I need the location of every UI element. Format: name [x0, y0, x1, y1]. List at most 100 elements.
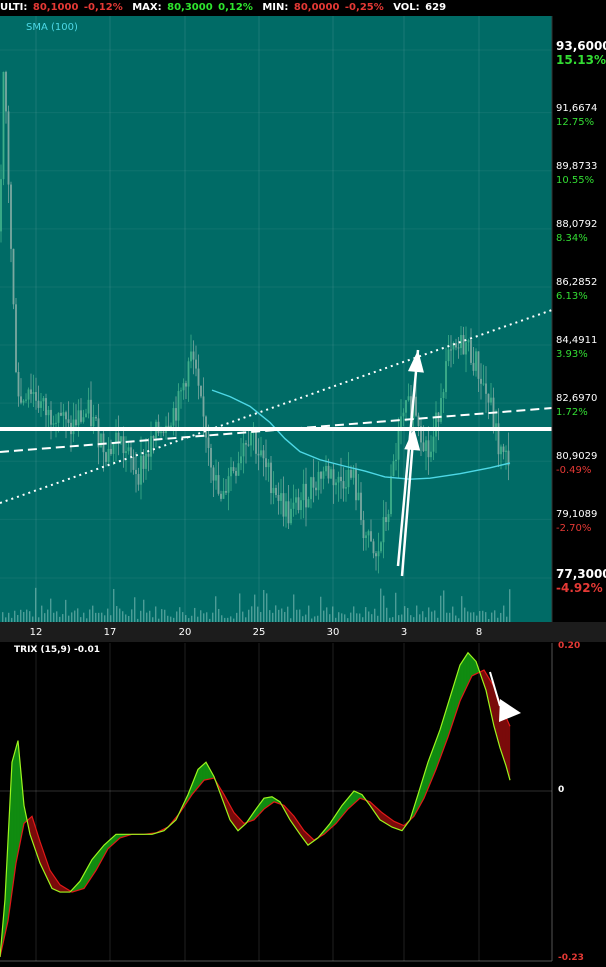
volume-bar: [110, 615, 111, 622]
volume-bar: [248, 610, 249, 622]
candle-down: [480, 379, 482, 384]
volume-bar: [302, 616, 303, 622]
volume-bar: [122, 611, 123, 622]
volume-bar: [119, 609, 120, 622]
trix-fill-segment: [198, 768, 200, 787]
candle-up: [53, 423, 55, 424]
volume-bar: [95, 613, 96, 622]
volume-bar: [317, 616, 318, 622]
candle-up: [250, 433, 252, 446]
candle-up: [183, 383, 185, 390]
volume-bar: [26, 610, 27, 622]
volume-bar: [422, 611, 423, 622]
candle-down: [275, 488, 277, 495]
candle-up: [115, 433, 117, 443]
volume-bar: [227, 618, 228, 622]
volume-bar: [152, 617, 153, 622]
volume-bar: [170, 617, 171, 622]
candle-up: [23, 401, 25, 403]
candle-down: [163, 431, 165, 433]
trix-indicator-label: TRIX (15,9) -0.01: [14, 645, 100, 655]
volume-bar: [395, 593, 396, 622]
volume-bar: [218, 609, 219, 622]
candle-up: [338, 477, 340, 483]
candle-down: [488, 394, 490, 403]
price-axis-value: 82,6970: [556, 393, 597, 405]
price-axis-pct: 6.13%: [556, 291, 588, 303]
min-pct: -0,25%: [345, 2, 384, 13]
volume-bar: [380, 589, 381, 622]
candle-up: [295, 497, 297, 502]
candle-up: [440, 398, 442, 422]
volume-bar: [407, 608, 408, 622]
volume-bar: [146, 613, 147, 622]
candle-up: [430, 452, 432, 457]
volume-bar: [392, 617, 393, 622]
volume-bar: [155, 606, 156, 622]
candle-down: [333, 469, 335, 485]
price-axis-value: 86,2852: [556, 277, 597, 289]
candle-up: [465, 342, 467, 354]
trix-fill-segment: [206, 763, 208, 780]
trix-fill-segment: [506, 716, 508, 769]
candle-up: [435, 413, 437, 437]
candle-down: [220, 494, 222, 499]
trix-axis-value: 0: [558, 785, 564, 795]
volume-bar: [290, 618, 291, 622]
volume-bar: [296, 610, 297, 622]
trix-axis-value: -0.23: [558, 953, 584, 963]
time-axis-label: 3: [401, 627, 407, 638]
volume-bar: [209, 619, 210, 622]
volume-bar: [338, 612, 339, 622]
candle-up: [390, 476, 392, 514]
trix-fill-segment: [200, 767, 202, 786]
volume-bar: [32, 617, 33, 622]
candle-up: [483, 383, 485, 384]
candle-down: [370, 531, 372, 541]
volume-bar: [470, 613, 471, 622]
candle-up: [425, 440, 427, 451]
volume-bar: [239, 593, 240, 622]
candle-up: [150, 436, 152, 457]
candle-up: [448, 349, 450, 361]
trix-fill-segment: [462, 660, 464, 697]
candle-up: [368, 531, 370, 535]
min-value: 80,0000: [294, 2, 340, 13]
trix-fill-segment: [17, 741, 19, 861]
volume-bar: [200, 610, 201, 622]
candle-up: [180, 390, 182, 391]
time-axis-label: 30: [327, 627, 340, 638]
candle-up: [93, 417, 95, 426]
candle-down: [298, 497, 300, 510]
trix-fill-segment: [14, 751, 16, 881]
candle-up: [293, 503, 295, 509]
candle-up: [400, 416, 402, 428]
candle-down: [130, 447, 132, 457]
candle-up: [348, 470, 350, 487]
volume-bar: [191, 616, 192, 622]
candle-down: [80, 410, 82, 422]
candle-down: [198, 369, 200, 386]
candle-down: [363, 520, 365, 538]
trix-fill-segment: [203, 764, 205, 782]
candle-up: [335, 483, 337, 486]
volume-bar: [14, 611, 15, 622]
volume-bar: [158, 619, 159, 622]
max-pct: 0,12%: [218, 2, 253, 13]
candle-up: [443, 392, 445, 398]
candle-up: [0, 179, 2, 231]
candle-up: [403, 413, 405, 417]
volume-bar: [383, 596, 384, 622]
volume-bar: [278, 610, 279, 622]
volume-bar: [434, 610, 435, 622]
volume-bar: [398, 615, 399, 622]
candle-up: [475, 351, 477, 371]
candle-down: [458, 347, 460, 348]
candle-down: [473, 363, 475, 371]
candle-down: [463, 335, 465, 354]
price-axis-value: 89,8733: [556, 161, 597, 173]
volume-bar: [224, 618, 225, 622]
candle-up: [40, 401, 42, 408]
volume-bar: [467, 611, 468, 622]
volume-bar: [491, 613, 492, 622]
